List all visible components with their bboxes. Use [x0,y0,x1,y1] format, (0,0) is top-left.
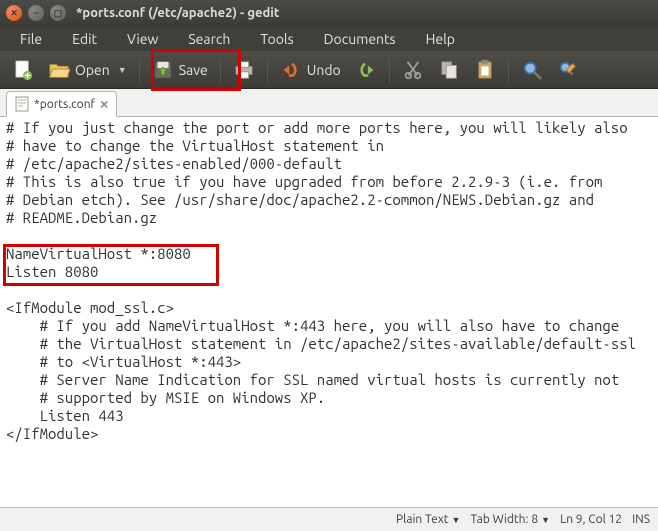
new-doc-button[interactable] [6,55,40,85]
copy-icon [438,59,460,81]
print-icon [233,59,255,81]
tab-width-selector[interactable]: Tab Width: 8 ▼ [470,513,550,526]
menu-view[interactable]: View [113,28,172,50]
folder-open-icon [48,59,70,81]
save-button[interactable]: Save [146,55,214,85]
toolbar: Open ▼ Save Undo [0,51,658,89]
redo-icon [355,59,377,81]
toolbar-separator [389,57,390,83]
document-tab[interactable]: *ports.conf × [6,91,117,117]
find-replace-button[interactable] [551,55,585,85]
menu-file[interactable]: File [6,28,56,50]
cursor-position: Ln 9, Col 12 [560,513,622,526]
find-replace-icon [557,59,579,81]
undo-button[interactable]: Undo [274,55,347,85]
redo-button[interactable] [349,55,383,85]
menubar: File Edit View Search Tools Documents He… [0,26,658,51]
syntax-label: Plain Text [396,513,449,526]
toolbar-separator [139,57,140,83]
save-icon [152,59,174,81]
close-window-button[interactable]: ✕ [6,5,22,21]
cut-icon [402,59,424,81]
menu-documents[interactable]: Documents [310,28,410,50]
save-label: Save [179,62,208,78]
tabwidth-value: 8 [531,513,538,526]
tabbar: *ports.conf × [0,89,658,117]
document-icon [15,96,29,112]
chevron-down-icon: ▼ [541,515,550,525]
paste-icon [474,59,496,81]
undo-icon [280,59,302,81]
open-button[interactable]: Open ▼ [42,55,133,85]
window-controls: ✕ – ▢ [6,5,66,21]
menu-help[interactable]: Help [412,28,469,50]
tab-close-icon[interactable]: × [100,96,108,112]
open-label: Open [75,62,110,78]
menu-edit[interactable]: Edit [58,28,111,50]
menu-search[interactable]: Search [174,28,244,50]
toolbar-separator [508,57,509,83]
chevron-down-icon: ▼ [452,515,461,525]
toolbar-separator [267,57,268,83]
statusbar: Plain Text ▼ Tab Width: 8 ▼ Ln 9, Col 12… [0,507,658,531]
print-button[interactable] [227,55,261,85]
cut-button[interactable] [396,55,430,85]
find-button[interactable] [515,55,549,85]
open-caret-icon: ▼ [118,65,127,75]
insert-mode[interactable]: INS [632,513,650,526]
syntax-selector[interactable]: Plain Text ▼ [396,513,460,526]
window-titlebar: ✕ – ▢ *ports.conf (/etc/apache2) - gedit [0,0,658,26]
copy-button[interactable] [432,55,466,85]
maximize-window-button[interactable]: ▢ [50,5,66,21]
text-editor[interactable]: # If you just change the port or add mor… [0,117,658,445]
new-doc-icon [12,59,34,81]
paste-button[interactable] [468,55,502,85]
tabwidth-label: Tab Width: [470,513,528,526]
search-icon [521,59,543,81]
toolbar-separator [220,57,221,83]
undo-label: Undo [307,62,341,78]
minimize-window-button[interactable]: – [28,5,44,21]
document-tab-label: *ports.conf [34,98,95,111]
editor-area: # If you just change the port or add mor… [0,117,658,507]
window-title: *ports.conf (/etc/apache2) - gedit [76,6,280,20]
menu-tools[interactable]: Tools [246,28,307,50]
